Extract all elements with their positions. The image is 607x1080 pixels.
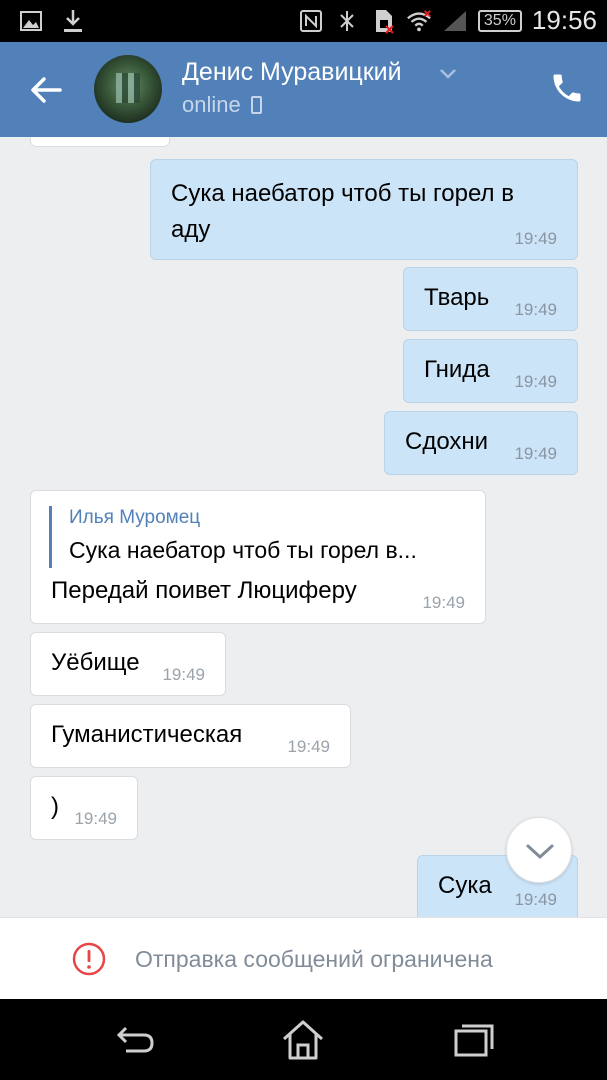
message-time: 19:49	[514, 372, 557, 391]
contact-status: online	[182, 92, 262, 118]
message-bubble-outgoing[interactable]: Сдохни 19:49	[384, 411, 578, 475]
chevron-down-icon[interactable]	[438, 64, 458, 84]
chat-header: Денис Муравицкий online	[0, 42, 607, 137]
navigation-bar	[0, 999, 607, 1080]
restricted-notice: Отправка сообщений ограничена	[0, 917, 607, 999]
message-text: Передай поивет Люциферу	[51, 577, 357, 604]
reply-quote-bar	[49, 506, 52, 568]
message-time: 19:49	[514, 300, 557, 319]
message-text: Сдохни	[405, 428, 489, 455]
message-bubble-incoming[interactable]: Уёбище 19:49	[30, 632, 226, 696]
message-time: 19:49	[422, 593, 465, 612]
call-button[interactable]	[549, 70, 585, 106]
message-bubble-outgoing[interactable]: Тварь 19:49	[403, 267, 578, 331]
message-time: 19:49	[162, 665, 205, 684]
message-time: 19:49	[287, 737, 330, 756]
message-bubble-incoming[interactable]: Гуманистическая 19:49	[30, 704, 351, 768]
reply-text[interactable]: Сука наебатор чтоб ты горел в...	[69, 537, 417, 564]
message-bubble-outgoing[interactable]: Гнида 19:49	[403, 339, 578, 403]
download-icon	[60, 7, 86, 35]
status-text: online	[182, 92, 241, 117]
reply-author[interactable]: Илья Муромец	[69, 507, 200, 529]
message-text: Гнида	[424, 356, 490, 383]
scroll-down-button[interactable]	[506, 817, 572, 883]
bluetooth-icon	[334, 7, 360, 35]
battery-indicator: 35%	[477, 9, 522, 32]
nfc-icon	[298, 7, 324, 35]
status-time: 19:56	[531, 5, 597, 35]
wifi-icon	[406, 7, 432, 35]
signal-icon	[442, 7, 468, 35]
message-bubble-incoming[interactable]: ) 19:49	[30, 776, 138, 840]
message-time: 19:49	[74, 809, 117, 828]
back-icon[interactable]	[112, 1017, 158, 1063]
message-time: 19:49	[514, 229, 557, 248]
restricted-text: Отправка сообщений ограничена	[135, 946, 493, 972]
contact-name[interactable]: Денис Муравицкий	[182, 58, 402, 87]
arrow-left-icon	[31, 77, 62, 103]
message-bubble-partial[interactable]	[30, 137, 170, 147]
warning-icon	[72, 942, 106, 976]
home-icon[interactable]	[280, 1017, 326, 1063]
phone-icon	[553, 74, 581, 102]
back-button[interactable]	[26, 70, 66, 110]
message-bubble-outgoing[interactable]: Сука наебатор чтоб ты горел в аду 19:49	[150, 159, 578, 260]
message-text: Тварь	[424, 284, 490, 311]
recents-icon[interactable]	[451, 1017, 497, 1063]
message-text: Сука	[438, 872, 492, 899]
message-bubble-incoming-reply[interactable]: Илья Муромец Сука наебатор чтоб ты горел…	[30, 490, 486, 624]
message-text: Сука наебатор чтоб ты горел в аду	[171, 180, 514, 243]
message-text: Уёбище	[51, 649, 140, 676]
message-time: 19:49	[514, 444, 557, 463]
mobile-icon	[250, 96, 262, 114]
message-text: Гуманистическая	[51, 721, 243, 748]
chevron-down-icon	[526, 844, 554, 859]
status-bar: 35% 19:56	[0, 0, 607, 42]
message-list[interactable]: Сука наебатор чтоб ты горел в аду 19:49 …	[0, 137, 607, 917]
message-time: 19:49	[514, 890, 557, 909]
avatar[interactable]	[94, 55, 162, 123]
image-notification-icon	[18, 7, 44, 35]
message-text: )	[51, 793, 59, 820]
sim-icon	[370, 7, 396, 35]
